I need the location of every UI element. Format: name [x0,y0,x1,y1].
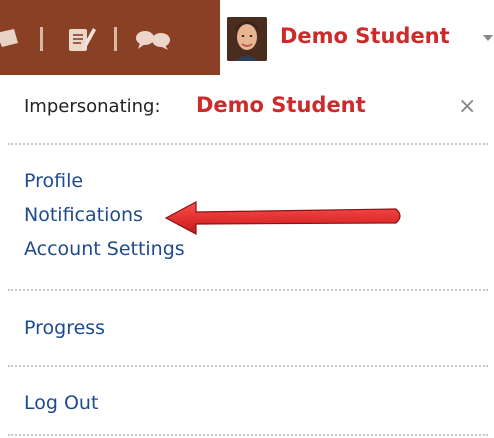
user-menu-screenshot: Demo Student Impersonating: Demo Student… [0,0,494,438]
divider [8,143,488,145]
avatar [227,17,267,61]
user-menu-toggle[interactable]: Demo Student [220,0,494,75]
menu-profile[interactable]: Profile [24,170,83,192]
divider [8,289,488,291]
close-icon[interactable]: × [458,94,476,119]
impersonated-user-name: Demo Student [196,93,366,117]
user-name[interactable]: Demo Student [280,24,450,48]
impersonating-label: Impersonating: [24,96,161,117]
flag-icon[interactable] [0,27,28,55]
red-arrow-icon [164,201,401,235]
menu-notifications[interactable]: Notifications [24,204,143,226]
top-navbar: Demo Student [0,0,494,75]
menu-progress[interactable]: Progress [24,317,105,339]
chevron-down-icon[interactable] [483,35,493,41]
navbar-separator [114,27,117,51]
notepad-icon[interactable] [65,22,99,56]
impersonation-bar: Impersonating: Demo Student × [0,88,494,130]
navbar-separator [40,27,43,51]
divider [8,434,488,436]
chat-icon[interactable] [133,26,177,54]
menu-log-out[interactable]: Log Out [24,392,98,414]
divider [8,365,488,367]
navbar-icon-strip [0,0,220,75]
